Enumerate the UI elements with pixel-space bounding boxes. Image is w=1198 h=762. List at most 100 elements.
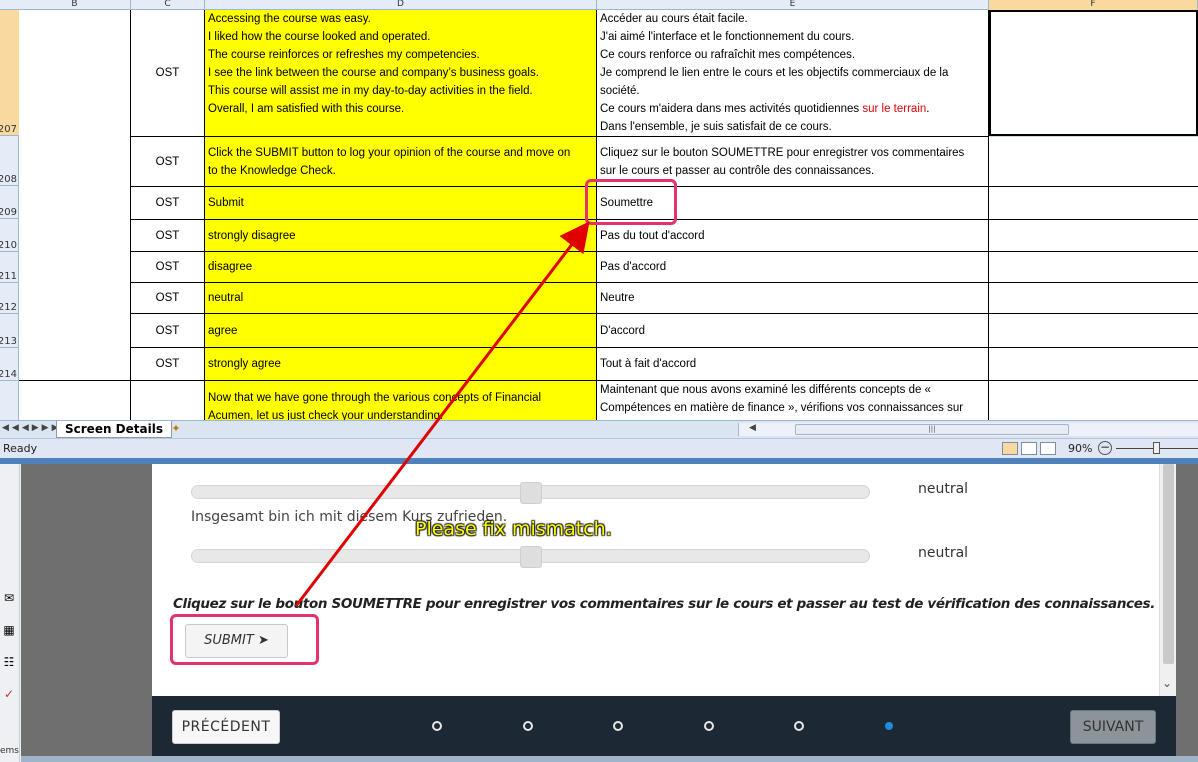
row-header-211[interactable]: 211 — [0, 252, 19, 283]
cell-line: I liked how the course looked and operat… — [208, 31, 431, 43]
scrollbar-thumb[interactable] — [1163, 464, 1174, 664]
cell-b-merged[interactable] — [19, 10, 131, 381]
cell-line: Dans l'ensemble, je suis satisfait de ce… — [600, 121, 832, 133]
cell-line: Overall, I am satisfied with this course… — [208, 103, 405, 115]
cell-line: This course will assist me in my day-to-… — [208, 85, 533, 97]
scroll-left-icon[interactable]: ◀ — [749, 423, 756, 433]
cell-type[interactable]: OST — [131, 348, 205, 381]
cell-type[interactable]: OST — [131, 314, 205, 348]
row-header-208[interactable]: 208 — [0, 136, 19, 186]
cell-f-208[interactable] — [989, 137, 1198, 187]
row-header-212[interactable]: 212 — [0, 283, 19, 314]
cell-f-213[interactable] — [989, 314, 1198, 348]
cell-french-212[interactable]: Neutre — [597, 283, 989, 314]
cell-line: I see the link between the course and co… — [208, 67, 539, 79]
next-button[interactable]: SUIVANT — [1070, 710, 1156, 744]
row-header-207[interactable]: 207 — [0, 10, 19, 136]
cell-type[interactable]: OST — [131, 283, 205, 314]
mail-icon[interactable]: ✉ — [1, 590, 17, 606]
sheet-tab-bar: ◀◀◀▶▶▶ Screen Details ✦ ◀ ||| — [0, 420, 1198, 438]
progress-dot[interactable] — [432, 721, 442, 731]
cell-line: Je comprend le lien entre le cours et le… — [600, 67, 949, 79]
status-bar: Ready 90% − — [0, 438, 1198, 458]
rating-slider[interactable] — [191, 546, 870, 568]
cell-type[interactable]: OST — [131, 220, 205, 252]
cell-french-214[interactable]: Tout à fait d'accord — [597, 348, 989, 381]
zoom-slider-handle[interactable] — [1153, 442, 1160, 454]
cell-type[interactable]: OST — [131, 10, 205, 137]
cell-line: Now that we have gone through the variou… — [208, 392, 542, 404]
cell-line: Ce cours m'aidera dans mes activités quo… — [600, 100, 985, 118]
cell-b-215[interactable] — [19, 381, 131, 421]
progress-dot[interactable] — [794, 721, 804, 731]
row-header-213[interactable]: 213 — [0, 314, 19, 348]
slider-handle[interactable] — [520, 546, 542, 568]
normal-view-icon[interactable] — [1002, 442, 1018, 455]
page-break-view-icon[interactable] — [1040, 442, 1056, 455]
cell-french-207[interactable]: Accéder au cours était facile. J'ai aimé… — [597, 10, 989, 137]
cell-english-212[interactable]: neutral — [205, 283, 597, 314]
cell-text: . — [926, 103, 930, 115]
slider-value: neutral — [918, 481, 969, 497]
cell-english-211[interactable]: disagree — [205, 252, 597, 283]
rating-slider[interactable] — [191, 482, 870, 504]
page-layout-view-icon[interactable] — [1021, 442, 1037, 455]
cell-type[interactable]: OST — [131, 252, 205, 283]
zoom-level[interactable]: 90% — [1068, 442, 1092, 455]
tasks-icon[interactable]: ✓ — [1, 686, 17, 702]
vertical-scrollbar[interactable]: ⌄ — [1159, 464, 1176, 696]
cell-line: Ce cours renforce ou rafraîchit mes comp… — [600, 49, 856, 61]
cell-f-210[interactable] — [989, 220, 1198, 252]
cell-f-211[interactable] — [989, 252, 1198, 283]
cell-line: Compétences en matière de finance », vér… — [600, 402, 964, 414]
cell-type[interactable]: OST — [131, 137, 205, 187]
cell-french-211[interactable]: Pas d'accord — [597, 252, 989, 283]
course-nav-bar: PRÉCÉDENT SUIVANT — [152, 696, 1176, 756]
chevron-down-icon[interactable]: ⌄ — [1162, 676, 1172, 690]
sheet-tab-screen-details[interactable]: Screen Details — [56, 421, 172, 438]
cell-english-215[interactable]: Now that we have gone through the variou… — [205, 381, 597, 421]
cell-english-214[interactable]: strongly agree — [205, 348, 597, 381]
active-cell-outline — [989, 10, 1198, 136]
cell-french-215[interactable]: Maintenant que nous avons examiné les di… — [597, 381, 989, 421]
column-header-e[interactable]: E — [597, 0, 989, 10]
cell-line: société. — [600, 85, 640, 97]
column-header-d[interactable]: D — [205, 0, 597, 10]
cell-english-209[interactable]: Submit — [205, 187, 597, 220]
sheet-nav-arrows-icon[interactable]: ◀◀◀▶▶▶ — [2, 423, 62, 433]
cell-english-213[interactable]: agree — [205, 314, 597, 348]
spreadsheet-window: B C D E F 207 208 209 210 211 212 213 21… — [0, 0, 1198, 458]
cell-french-213[interactable]: D'accord — [597, 314, 989, 348]
row-header-209[interactable]: 209 — [0, 186, 19, 219]
cell-english-210[interactable]: strongly disagree — [205, 220, 597, 252]
slider-handle[interactable] — [520, 482, 542, 504]
progress-dot[interactable] — [613, 721, 623, 731]
contacts-icon[interactable]: ☷ — [1, 654, 17, 670]
scrollbar-thumb[interactable]: ||| — [795, 424, 1069, 435]
cell-type[interactable]: OST — [131, 187, 205, 220]
previous-button[interactable]: PRÉCÉDENT — [172, 710, 280, 744]
cell-line: to the Knowledge Check. — [208, 164, 336, 177]
cell-english-207[interactable]: Accessing the course was easy. I liked h… — [205, 10, 597, 137]
progress-dot[interactable] — [522, 721, 533, 731]
column-header-b[interactable]: B — [19, 0, 131, 10]
horizontal-scrollbar[interactable]: ◀ ||| — [738, 423, 1198, 436]
cell-type-215[interactable] — [131, 381, 205, 421]
cell-line: Maintenant que nous avons examiné les di… — [600, 384, 931, 396]
side-panel-label: ems — [0, 746, 19, 756]
highlight-box-submit — [170, 614, 319, 665]
insert-sheet-icon[interactable]: ✦ — [165, 422, 187, 437]
progress-dot[interactable] — [703, 721, 714, 731]
cell-f-209[interactable] — [989, 187, 1198, 220]
row-header-214[interactable]: 214 — [0, 348, 19, 381]
cell-f-214[interactable] — [989, 348, 1198, 381]
cell-f-212[interactable] — [989, 283, 1198, 314]
row-header-210[interactable]: 210 — [0, 219, 19, 252]
cell-english-208[interactable]: Click the SUBMIT button to log your opin… — [205, 137, 597, 187]
column-header-f[interactable]: F — [989, 0, 1198, 10]
status-text: Ready — [3, 442, 38, 455]
progress-dot[interactable] — [884, 722, 893, 730]
zoom-out-icon[interactable]: − — [1098, 441, 1112, 455]
calendar-icon[interactable]: ▦ — [1, 622, 17, 638]
column-header-c[interactable]: C — [131, 0, 205, 10]
